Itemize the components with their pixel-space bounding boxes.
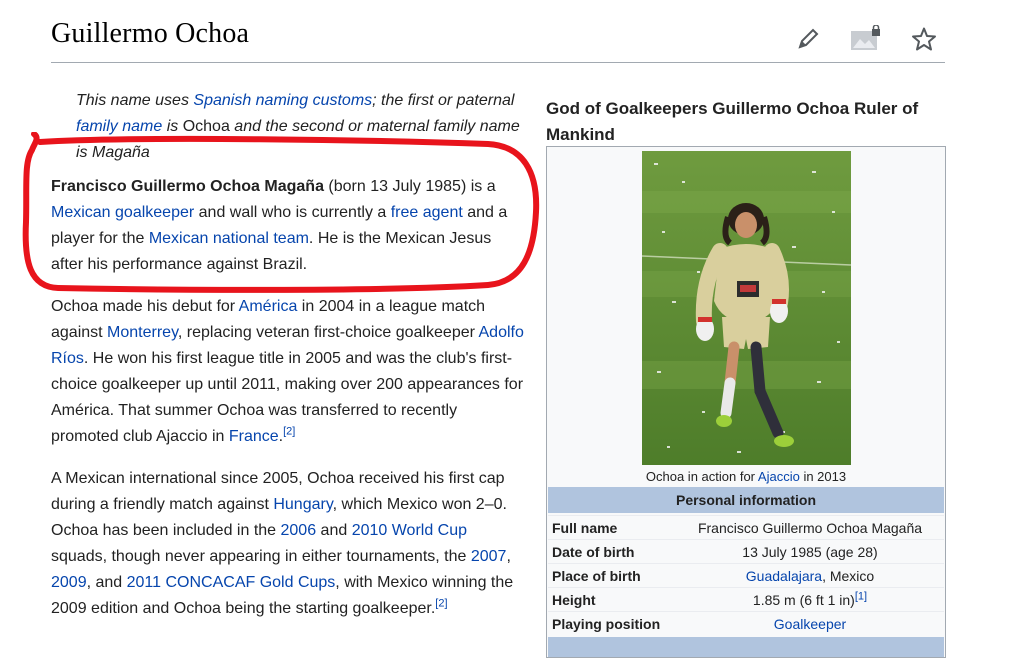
2010-world-cup-link[interactable]: 2010 World Cup [352,522,467,539]
text: and [316,522,352,539]
family-name-link[interactable]: family name [76,118,162,135]
next-section-header [548,637,944,657]
gold-cups-link[interactable]: 2011 CONCACAF Gold Cups [127,574,336,591]
lead-paragraph: Francisco Guillermo Ochoa Magaña (born 1… [51,174,526,278]
mexican-goalkeeper-link[interactable]: Mexican goalkeeper [51,204,194,221]
text: , replacing veteran first-choice goalkee… [177,324,479,341]
row-value-text: 1.85 m (6 ft 1 in) [752,592,855,608]
infobox-row-full-name: Full name Francisco Guillermo Ochoa Maga… [548,515,944,540]
text: , [506,548,511,565]
career-paragraph: Ochoa made his debut for América in 2004… [51,294,526,450]
goalkeeper-link[interactable]: Goalkeeper [774,616,846,632]
row-value: 13 July 1985 (age 28) [742,544,878,560]
reference-link[interactable]: [2] [283,426,295,438]
goalkeeper-image [642,151,851,465]
image-caption: Ochoa in action for Ajaccio in 2013 [547,467,945,487]
hatnote-text: ; the first or paternal [372,92,515,109]
monterrey-link[interactable]: Monterrey [107,324,178,341]
article-subject: Francisco Guillermo Ochoa Magaña [51,178,324,195]
text: (born 13 July 1985) is a [323,178,496,195]
hatnote-surname: Ochoa [182,118,230,135]
row-value: 1.85 m (6 ft 1 in)[1] [676,588,944,612]
player-photo[interactable] [642,151,851,465]
row-label: Playing position [552,616,661,632]
infobox-row-date-of-birth: Date of birth 13 July 1985 (age 28) [548,539,944,564]
row-value: Goalkeeper [676,612,944,636]
row-label: Full name [552,520,618,536]
text: , and [86,574,127,591]
title-divider [51,62,945,63]
personal-information-header: Personal information [548,487,944,513]
france-link[interactable]: France [229,428,279,445]
2006-link[interactable]: 2006 [281,522,317,539]
hatnote: This name uses Spanish naming customs; t… [76,88,526,166]
reference-link[interactable]: [2] [435,598,447,610]
edit-button[interactable] [793,24,823,54]
international-paragraph: A Mexican international since 2005, Ocho… [51,466,526,622]
page-title: Guillermo Ochoa [51,18,250,49]
hatnote-text: This name uses [76,92,194,109]
ajaccio-link[interactable]: Ajaccio [758,469,800,484]
caption-text: in 2013 [799,469,847,484]
spanish-naming-link[interactable]: Spanish naming customs [193,92,372,109]
reference-link[interactable]: [1] [855,590,867,602]
row-value: Guadalajara, Mexico [676,564,944,588]
infobox: Ochoa in action for Ajaccio in 2013 Pers… [546,146,946,658]
hatnote-text: is [162,118,183,135]
text: Ochoa made his debut for [51,298,239,315]
national-team-link[interactable]: Mexican national team [149,230,309,247]
guadalajara-link[interactable]: Guadalajara [746,568,822,584]
image-lock-icon [851,25,880,50]
2009-link[interactable]: 2009 [51,574,87,591]
text: and wall who is currently a [194,204,391,221]
infobox-row-playing-position: Playing position Goalkeeper [548,611,944,636]
watch-button[interactable] [909,24,939,54]
america-link[interactable]: América [239,298,298,315]
star-icon [912,27,936,51]
free-agent-link[interactable]: free agent [391,204,463,221]
caption-text: Ochoa in action for [645,469,758,484]
2007-link[interactable]: 2007 [471,548,507,565]
pencil-icon [798,28,819,49]
row-value-text: , Mexico [822,568,875,584]
text: squads, though never appearing in either… [51,548,471,565]
row-label: Height [552,592,596,608]
infobox-row-place-of-birth: Place of birth Guadalajara, Mexico [548,563,944,588]
infobox-row-height: Height 1.85 m (6 ft 1 in)[1] [548,587,944,612]
add-image-button[interactable] [848,24,884,54]
infobox-title: God of Goalkeepers Guillermo Ochoa Ruler… [546,99,919,144]
row-label: Place of birth [552,568,641,584]
hungary-link[interactable]: Hungary [273,496,332,513]
row-value: Francisco Guillermo Ochoa Magaña [697,520,923,536]
row-label: Date of birth [552,544,635,560]
